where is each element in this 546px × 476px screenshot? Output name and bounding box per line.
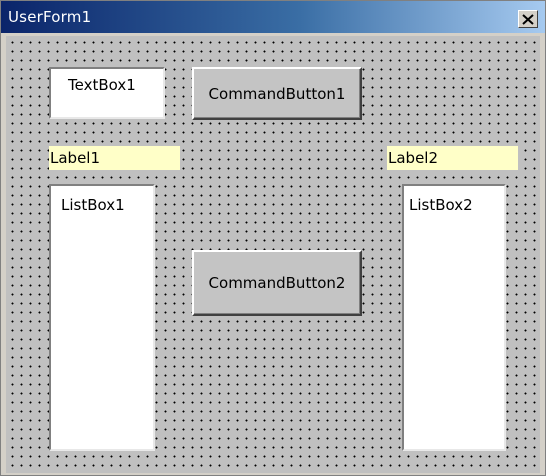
listbox2-text: ListBox2	[409, 196, 473, 214]
textbox1-control[interactable]: TextBox1	[49, 67, 165, 119]
label1-text: Label1	[50, 149, 101, 167]
close-button[interactable]	[518, 10, 538, 28]
textbox1-text: TextBox1	[68, 76, 136, 94]
form-design-canvas[interactable]: TextBox1 CommandButton1 Label1 Label2 Li…	[6, 36, 540, 473]
command-button2[interactable]: CommandButton2	[192, 250, 362, 316]
label2-control[interactable]: Label2	[387, 146, 518, 170]
title-bar[interactable]: UserForm1	[1, 1, 545, 33]
listbox2-control[interactable]: ListBox2	[402, 184, 506, 451]
command-button1-label: CommandButton1	[208, 84, 346, 103]
label2-text: Label2	[388, 149, 439, 167]
command-button2-label: CommandButton2	[208, 274, 346, 292]
label1-control[interactable]: Label1	[49, 146, 180, 170]
window-title: UserForm1	[8, 8, 92, 26]
command-button1[interactable]: CommandButton1	[192, 67, 362, 120]
listbox1-text: ListBox1	[61, 196, 125, 214]
listbox1-control[interactable]: ListBox1	[49, 184, 155, 451]
userform-window: UserForm1 TextBox1 CommandButton1 Label1…	[0, 0, 546, 476]
close-icon	[522, 13, 534, 25]
